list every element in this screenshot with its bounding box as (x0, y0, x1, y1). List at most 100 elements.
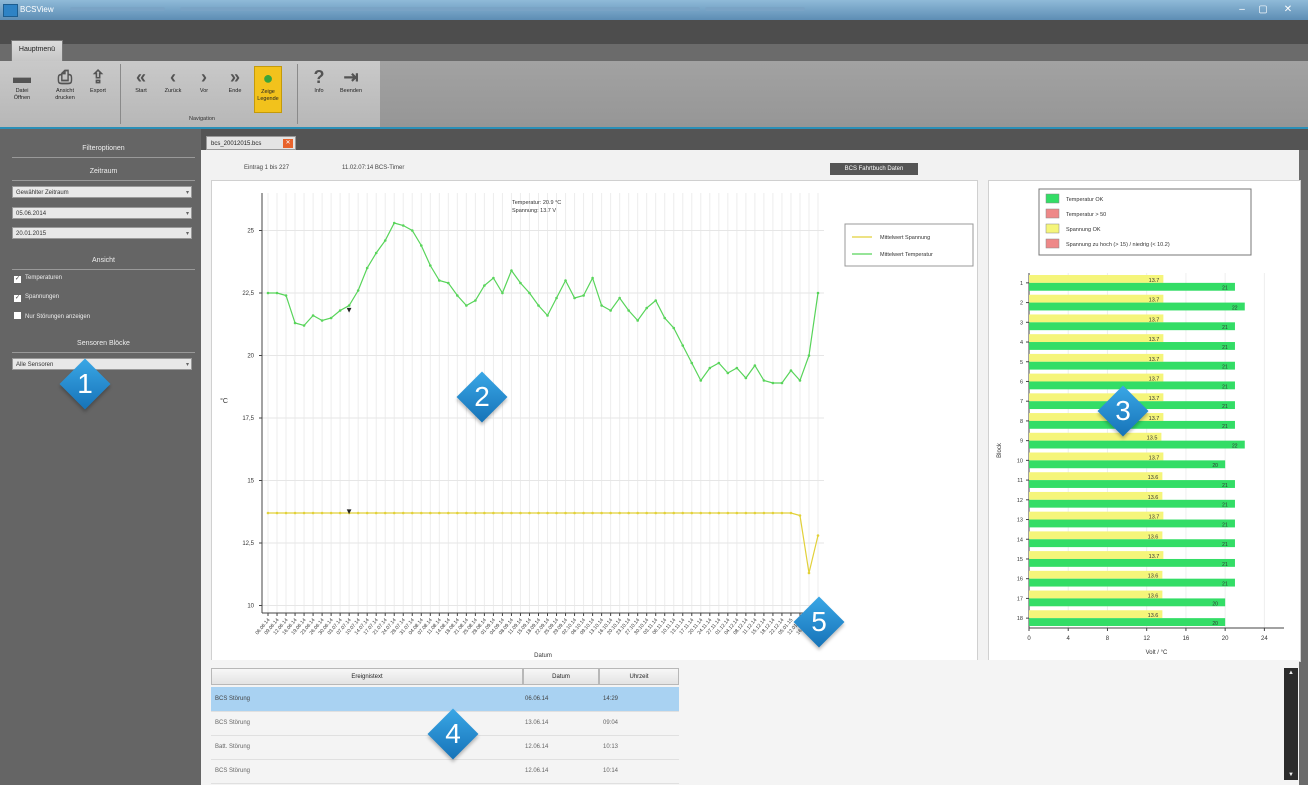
timer-info: 11.02.07:14 BCS-Timer (342, 165, 405, 171)
data-point (780, 511, 784, 515)
temperature-checkbox[interactable]: ✓ Temperaturen (14, 275, 62, 283)
close-tab-icon[interactable]: ✕ (283, 139, 293, 148)
nav-end-button[interactable]: » Ende (222, 66, 248, 95)
info-label: Info (314, 88, 324, 94)
data-point (744, 511, 748, 515)
row-time: 09:04 (603, 720, 619, 726)
x-axis-label: Volt / °C (1146, 650, 1168, 656)
y-tick-label: 1 (1020, 281, 1023, 287)
table-row[interactable]: BCS Störung 12.06.14 10:14 (211, 759, 679, 784)
table-row[interactable]: BCS Störung 06.06.14 14:29 (211, 687, 679, 712)
nav-start-label: Start (135, 88, 147, 94)
voltage-bar (1029, 334, 1164, 343)
temperature-bar-label: 20 (1212, 621, 1218, 627)
data-point (555, 296, 558, 300)
data-point (717, 511, 721, 515)
print-button[interactable]: ⎙ Ansicht drucken (52, 66, 78, 102)
export-label: Export (90, 88, 106, 94)
temperature-bar-label: 21 (1222, 542, 1228, 548)
callout-number: 5 (811, 606, 827, 637)
scroll-down-icon[interactable]: ▼ (1284, 770, 1298, 780)
data-point (483, 511, 486, 515)
data-point (591, 276, 594, 280)
col-header-text[interactable]: Ereignistext (211, 668, 523, 685)
data-point (591, 511, 594, 515)
show-legend-label: Zeige Legende (257, 89, 279, 102)
data-point (735, 366, 739, 370)
print-label: Ansicht drucken (55, 88, 75, 101)
data-point (320, 511, 324, 515)
nav-next-button[interactable]: › Vor (191, 66, 217, 95)
data-point (275, 511, 279, 515)
data-point (600, 304, 603, 307)
voltage-checkbox[interactable]: ✓ Spannungen (14, 294, 59, 302)
title-path (705, 7, 805, 11)
exit-button[interactable]: ⇥ Beenden (338, 66, 364, 95)
info-icon: ? (313, 67, 325, 87)
data-point (609, 309, 612, 312)
data-point (753, 364, 757, 367)
y-tick-label: 10 (247, 604, 254, 610)
open-file-button[interactable]: ▬ Datei Öffnen (9, 66, 35, 102)
folder-icon: ▬ (13, 67, 31, 87)
y-tick-label: 3 (1020, 320, 1023, 326)
temperature-bar-label: 21 (1222, 365, 1228, 371)
zeitraum-select[interactable]: Gewählter Zeitraum ▾ (12, 186, 192, 198)
data-point (374, 511, 378, 515)
callout-number: 1 (77, 368, 93, 399)
zeitraum-title: Zeitraum (12, 168, 195, 181)
minimize-button[interactable]: – (1234, 3, 1250, 16)
callout-number: 4 (445, 718, 461, 749)
faults-only-checkbox[interactable]: Nur Störungen anzeigen (14, 312, 90, 320)
temperature-bar (1029, 519, 1235, 528)
data-point (338, 511, 342, 515)
voltage-bar (1029, 610, 1163, 619)
data-point (528, 511, 531, 515)
legend-box (844, 223, 974, 267)
date-from-field[interactable]: 05.06.2014 ▾ (12, 207, 192, 219)
document-tab[interactable]: bcs_20012015.bcs ✕ (206, 136, 296, 150)
temperature-bar (1029, 598, 1226, 607)
date-to-field[interactable]: 20.01.2015 ▾ (12, 227, 192, 239)
legend-swatch (1045, 238, 1060, 249)
y-tick-label: 18 (1017, 616, 1023, 622)
data-point (447, 511, 450, 515)
col-header-time[interactable]: Uhrzeit (599, 668, 679, 685)
table-scrollbar[interactable]: ▲ ▼ (1284, 668, 1298, 780)
export-button[interactable]: ⇪ Export (85, 66, 111, 95)
data-point (410, 229, 414, 232)
temperature-bar-label: 21 (1222, 424, 1228, 430)
show-legend-button[interactable]: ● Zeige Legende (254, 66, 282, 113)
document-tab-label: bcs_20012015.bcs (211, 141, 262, 147)
data-point (410, 511, 414, 515)
y-tick-label: 16 (1017, 577, 1023, 583)
data-point (275, 291, 279, 295)
data-point (501, 511, 504, 515)
legend-label: Temperatur OK (1066, 197, 1104, 203)
row-time: 14:29 (603, 696, 619, 702)
window-title: BCSView (20, 5, 54, 14)
close-button[interactable]: ✕ (1280, 3, 1296, 16)
info-button[interactable]: ? Info (306, 66, 332, 95)
data-point (329, 511, 333, 515)
chevron-down-icon: ▾ (185, 211, 189, 217)
temperature-bar-label: 21 (1222, 404, 1228, 410)
voltage-readout: Spannung: 13.7 V (512, 208, 556, 214)
tab-hauptmenu[interactable]: Hauptmenü (11, 40, 63, 62)
nav-back-button[interactable]: ‹ Zurück (160, 66, 186, 95)
col-header-date[interactable]: Datum (523, 668, 599, 685)
data-point (519, 281, 522, 285)
nav-start-button[interactable]: « Start (128, 66, 154, 95)
maximize-button[interactable]: ▢ (1255, 3, 1271, 16)
data-point (419, 511, 423, 515)
callout-number: 3 (1115, 395, 1131, 426)
scroll-up-icon[interactable]: ▲ (1284, 668, 1298, 678)
temperature-bar-label: 21 (1222, 503, 1228, 509)
temperature-bar (1029, 440, 1245, 449)
data-point (600, 511, 603, 515)
legend-label: Spannung OK (1066, 227, 1101, 233)
data-point (311, 511, 315, 515)
fahrtbuch-button[interactable]: BCS Fahrtbuch Daten (830, 163, 918, 175)
data-point (681, 511, 685, 515)
temperature-bar-label: 22 (1232, 305, 1238, 311)
